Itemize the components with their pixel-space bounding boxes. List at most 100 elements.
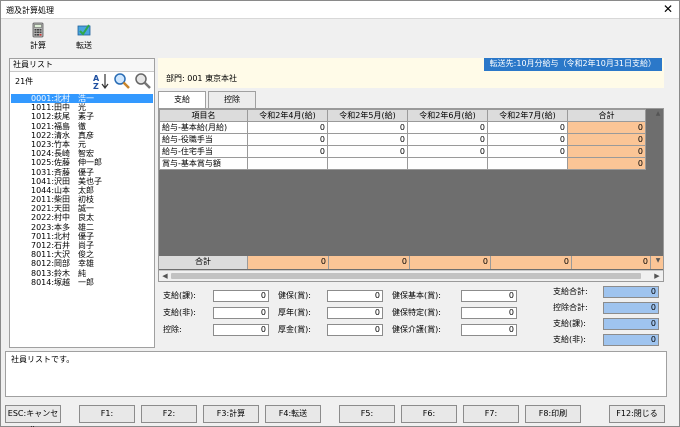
grid-row[interactable]: 給与-役職手当 0 0 0 0 0 [159, 133, 646, 146]
horizontal-scrollbar[interactable]: ◀ ▶ [159, 270, 663, 281]
transfer-button[interactable]: 転送 [67, 22, 101, 55]
employee-list-item[interactable]: 2022:村中 良太 [11, 213, 153, 222]
fkey-button[interactable]: F12:閉じる [609, 405, 665, 423]
grid-amount-cell[interactable]: 0 [327, 145, 408, 158]
employee-list-item[interactable]: 1041:沢田 美也子 [11, 177, 153, 186]
tab-payment[interactable]: 支給 [158, 91, 206, 109]
search-icon[interactable] [113, 72, 131, 90]
fkey-button[interactable]: F2: [141, 405, 197, 423]
field-label: 支給(非): [553, 335, 586, 344]
employee-list-item[interactable]: 8014:塚越 一郎 [11, 278, 153, 287]
calc-button[interactable]: 計算 [21, 22, 55, 55]
scroll-up-icon[interactable]: ▲ [654, 110, 662, 117]
field-label: 厚年(賞): [278, 308, 311, 317]
toolbar: 計算 転送 [1, 20, 679, 56]
grid-total-cell: 0 [567, 157, 646, 170]
dept-label: 部門: [166, 74, 185, 83]
grid-sum-label: 合計 [159, 256, 248, 269]
tab-deduction[interactable]: 控除 [208, 91, 256, 108]
employee-list-item[interactable]: 1021:福島 徹 [11, 122, 153, 131]
grid-body: 給与-基本給(月給) 0 0 0 0 0 給与-役職手当 0 0 0 0 0 給与-住宅手当 0 0 0 0 0 賞… [159, 121, 646, 170]
employee-list-item[interactable]: 1011:田中 光 [11, 103, 153, 112]
grid-amount-cell[interactable]: 0 [407, 145, 488, 158]
dept-value: 001 東京本社 [187, 74, 238, 83]
grid-amount-cell[interactable]: 0 [407, 133, 488, 146]
employee-list[interactable]: 0001:北村 浩一 1011:田中 光 1012:萩尾 素子 1021:福島 徹 10… [11, 94, 153, 287]
employee-list-item[interactable]: 8012:岡部 幸雄 [11, 259, 153, 268]
scroll-right-icon[interactable]: ▶ [652, 271, 662, 281]
scroll-left-icon[interactable]: ◀ [160, 271, 170, 281]
grid-amount-cell[interactable]: 0 [247, 133, 328, 146]
employee-list-item[interactable]: 8013:鈴木 純 [11, 269, 153, 278]
employee-list-item[interactable]: 7012:石井 尚子 [11, 241, 153, 250]
field-value: 0 [327, 324, 383, 336]
grid-amount-cell[interactable]: 0 [487, 145, 568, 158]
filter-search-icon[interactable] [134, 72, 152, 90]
calculator-icon [32, 22, 44, 38]
grid-header: 令和2年4月(給) [247, 109, 328, 122]
employee-list-item[interactable]: 1012:萩尾 素子 [11, 112, 153, 121]
employee-panel-header: 社員リスト [10, 59, 154, 72]
grid-row[interactable]: 賞与-基本賞与額 0 [159, 157, 646, 170]
close-icon[interactable]: ✕ [663, 2, 673, 16]
sort-az-icon[interactable]: A Z [92, 72, 110, 90]
grid-amount-cell[interactable]: 0 [247, 121, 328, 134]
grid-amount-cell[interactable] [247, 157, 328, 170]
employee-list-item[interactable]: 1031:斉藤 優子 [11, 168, 153, 177]
grid-sum-cell: 0 [410, 256, 491, 269]
vertical-scrollbar[interactable]: ▲ ▼ [654, 109, 662, 269]
field-label: 控除合計: [553, 303, 588, 312]
grid-item-name: 給与-役職手当 [159, 133, 248, 146]
field-label: 控除: [163, 325, 182, 334]
status-message: 社員リストです。 [5, 351, 667, 397]
fkey-button[interactable]: F7: [463, 405, 519, 423]
employee-list-item[interactable]: 2023:本多 雄二 [11, 223, 153, 232]
employee-list-item[interactable]: 1022:清水 真彦 [11, 131, 153, 140]
fkey-button[interactable]: F8:印刷 [525, 405, 581, 423]
grid-sum-cell: 0 [491, 256, 572, 269]
employee-list-item[interactable]: 1024:長崎 智宏 [11, 149, 153, 158]
fkey-button[interactable]: F5: [339, 405, 395, 423]
grid-amount-cell[interactable] [407, 157, 488, 170]
employee-list-item[interactable]: 0001:北村 浩一 [11, 94, 153, 104]
grid-amount-cell[interactable]: 0 [327, 133, 408, 146]
grid-amount-cell[interactable] [487, 157, 568, 170]
employee-list-item[interactable]: 1023:竹本 元 [11, 140, 153, 149]
grid-amount-cell[interactable]: 0 [487, 121, 568, 134]
grid-header-row: 項目名 令和2年4月(給) 令和2年5月(給) 令和2年6月(給) 令和2年7月… [159, 109, 646, 122]
grid-header: 令和2年5月(給) [327, 109, 408, 122]
grid-total-cell: 0 [567, 121, 646, 134]
employee-list-item[interactable]: 7011:北村 優子 [11, 232, 153, 241]
dept-info: 部門: 001 東京本社 [166, 74, 237, 84]
grid-amount-cell[interactable]: 0 [407, 121, 488, 134]
fkey-button[interactable]: ESC:キャンセル [5, 405, 61, 427]
grid-amount-cell[interactable] [327, 157, 408, 170]
field-label: 健保(賞): [278, 291, 311, 300]
employee-list-item[interactable]: 1025:佐藤 伸一郎 [11, 158, 153, 167]
employee-panel: 社員リスト 21件 A Z 0001:北村 浩一 1011:田中 光 1012:萩尾… [9, 58, 155, 348]
grid-amount-cell[interactable]: 0 [327, 121, 408, 134]
fkey-button[interactable]: F3:計算 [203, 405, 259, 423]
amount-table: 項目名 令和2年4月(給) 令和2年5月(給) 令和2年6月(給) 令和2年7月… [159, 109, 646, 170]
grid-amount-cell[interactable]: 0 [487, 133, 568, 146]
grid-total-cell: 0 [567, 145, 646, 158]
grid-row[interactable]: 給与-住宅手当 0 0 0 0 0 [159, 145, 646, 158]
scroll-down-icon[interactable]: ▼ [654, 257, 662, 264]
fkey-button[interactable]: F4:転送 [265, 405, 321, 423]
employee-list-item[interactable]: 2011:柴田 初枝 [11, 195, 153, 204]
fkey-button[interactable]: F1: [79, 405, 135, 423]
employee-list-item[interactable]: 1044:山本 太郎 [11, 186, 153, 195]
grid-sum-cell: 0 [329, 256, 410, 269]
field-label: 健保介護(賞): [392, 325, 441, 334]
field-label: 健保基本(賞): [392, 291, 441, 300]
grid-amount-cell[interactable]: 0 [247, 145, 328, 158]
grid-header: 項目名 [159, 109, 248, 122]
employee-list-item[interactable]: 8011:大沢 俊之 [11, 250, 153, 259]
scrollbar-thumb[interactable] [171, 273, 641, 279]
grid-header: 令和2年6月(給) [407, 109, 488, 122]
employee-count: 21件 [15, 77, 34, 86]
grid-row[interactable]: 給与-基本給(月給) 0 0 0 0 0 [159, 121, 646, 134]
grid-item-name: 賞与-基本賞与額 [159, 157, 248, 170]
fkey-button[interactable]: F6: [401, 405, 457, 423]
field-value: 0 [461, 324, 517, 336]
